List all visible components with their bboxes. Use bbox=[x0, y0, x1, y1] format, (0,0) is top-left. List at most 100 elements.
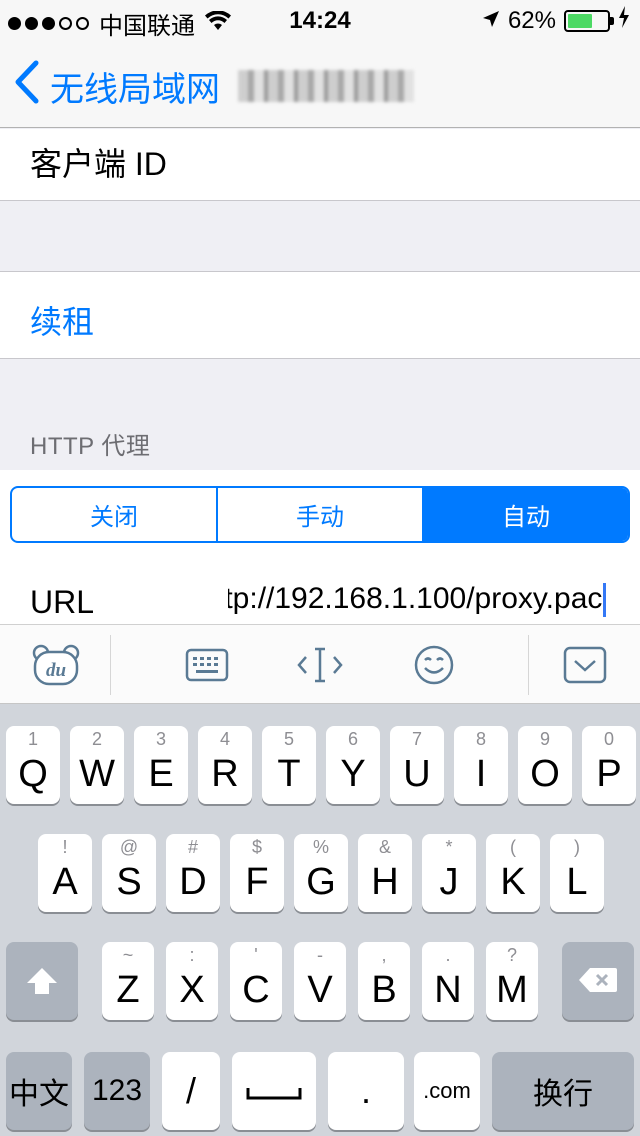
key-u[interactable]: 7U bbox=[390, 726, 444, 804]
language-switch-key[interactable]: 中文 bbox=[6, 1052, 72, 1130]
proxy-mode-segmented-control[interactable]: 关闭 手动 自动 bbox=[10, 486, 630, 543]
segment-auto[interactable]: 自动 bbox=[422, 488, 628, 541]
delete-key[interactable] bbox=[562, 942, 634, 1020]
key-e[interactable]: 3E bbox=[134, 726, 188, 804]
key-primary-char: I bbox=[475, 753, 487, 795]
key-secondary-char: ( bbox=[510, 837, 516, 857]
key-q[interactable]: 1Q bbox=[6, 726, 60, 804]
key-primary-char: O bbox=[530, 753, 560, 795]
divider bbox=[528, 635, 529, 695]
key-primary-char: E bbox=[148, 753, 174, 795]
svg-text:du: du bbox=[46, 660, 66, 681]
key-secondary-char: 0 bbox=[603, 729, 614, 749]
key-w[interactable]: 2W bbox=[70, 726, 124, 804]
divider bbox=[110, 635, 111, 695]
navigation-bar: 无线局域网 bbox=[0, 40, 640, 128]
baidu-du-logo-icon[interactable]: du bbox=[30, 639, 82, 691]
key-secondary-char: ~ bbox=[122, 945, 134, 965]
key-primary-char: F bbox=[245, 861, 269, 903]
key-secondary-char: - bbox=[317, 945, 323, 965]
key-x[interactable]: :X bbox=[166, 942, 218, 1020]
ime-toolbar: du bbox=[0, 624, 640, 704]
location-arrow-icon bbox=[482, 7, 500, 35]
key-secondary-char: ) bbox=[574, 837, 580, 857]
key-primary-char: J bbox=[439, 861, 459, 903]
key-z[interactable]: ~ Z bbox=[102, 942, 154, 1020]
dismiss-keyboard-icon[interactable] bbox=[559, 639, 611, 691]
key-l[interactable]: ) L bbox=[550, 834, 604, 912]
key-primary-char: H bbox=[371, 861, 399, 903]
key-secondary-char: ' bbox=[254, 945, 258, 965]
key-i[interactable]: 8I bbox=[454, 726, 508, 804]
key-secondary-char: 1 bbox=[27, 729, 38, 749]
key-primary-char: T bbox=[277, 753, 301, 795]
status-bar: 中国联通 14:24 62% bbox=[0, 0, 640, 40]
divider bbox=[0, 200, 640, 201]
keyboard-icon[interactable] bbox=[181, 639, 233, 691]
numbers-key[interactable]: 123 bbox=[84, 1052, 150, 1130]
key-secondary-char: % bbox=[312, 837, 329, 857]
key-o[interactable]: 9O bbox=[518, 726, 572, 804]
key-f[interactable]: $ F bbox=[230, 834, 284, 912]
key-primary-char: K bbox=[500, 861, 526, 903]
language-switch-label: 中文 bbox=[9, 1078, 69, 1111]
key-primary-char: P bbox=[596, 753, 622, 795]
space-key[interactable] bbox=[232, 1052, 316, 1130]
cursor-move-icon[interactable] bbox=[294, 639, 346, 691]
key-s[interactable]: @ S bbox=[102, 834, 156, 912]
renew-lease-cell[interactable]: 续租 bbox=[0, 272, 640, 358]
shift-key[interactable] bbox=[6, 942, 78, 1020]
backspace-icon bbox=[562, 966, 634, 999]
key-g[interactable]: % G bbox=[294, 834, 348, 912]
key-h[interactable]: & H bbox=[358, 834, 412, 912]
key-p[interactable]: 0P bbox=[582, 726, 636, 804]
client-id-label: 客户端 ID bbox=[30, 146, 167, 182]
key-k[interactable]: (K bbox=[486, 834, 540, 912]
key-n[interactable]: .N bbox=[422, 942, 474, 1020]
key-secondary-char: 3 bbox=[155, 729, 166, 749]
network-name-redacted bbox=[238, 70, 414, 102]
key-a[interactable]: ! A bbox=[38, 834, 92, 912]
key-t[interactable]: 5T bbox=[262, 726, 316, 804]
key-y[interactable]: 6Y bbox=[326, 726, 380, 804]
key-secondary-char: : bbox=[189, 945, 195, 965]
segment-off[interactable]: 关闭 bbox=[12, 488, 216, 541]
back-button[interactable]: 无线局域网 bbox=[14, 60, 220, 113]
dotcom-key-label: .com bbox=[423, 1078, 471, 1103]
key-secondary-char: 9 bbox=[539, 729, 550, 749]
key-secondary-char: . bbox=[445, 945, 451, 965]
key-primary-char: U bbox=[403, 753, 431, 795]
url-input[interactable]: ttp://192.168.1.100/proxy.pac bbox=[228, 582, 612, 624]
dotcom-key[interactable]: .com bbox=[414, 1052, 480, 1130]
key-secondary-char: ? bbox=[506, 945, 517, 965]
smiley-icon[interactable] bbox=[408, 639, 460, 691]
key-c[interactable]: ' C bbox=[230, 942, 282, 1020]
return-key[interactable]: 换行 bbox=[492, 1052, 634, 1130]
key-primary-char: G bbox=[306, 861, 336, 903]
key-secondary-char: * bbox=[445, 837, 453, 857]
key-primary-char: L bbox=[566, 861, 588, 903]
key-b[interactable]: ,B bbox=[358, 942, 410, 1020]
key-secondary-char: 7 bbox=[411, 729, 422, 749]
key-r[interactable]: 4R bbox=[198, 726, 252, 804]
segment-manual[interactable]: 手动 bbox=[216, 488, 422, 541]
key-primary-char: A bbox=[52, 861, 78, 903]
key-primary-char: Z bbox=[116, 969, 140, 1011]
slash-key[interactable]: / bbox=[162, 1052, 220, 1130]
divider bbox=[0, 358, 640, 359]
key-v[interactable]: -V bbox=[294, 942, 346, 1020]
period-key-label: . bbox=[360, 1070, 371, 1111]
key-m[interactable]: ? M bbox=[486, 942, 538, 1020]
chevron-left-icon bbox=[14, 60, 40, 113]
key-secondary-char: 2 bbox=[91, 729, 102, 749]
key-primary-char: X bbox=[179, 969, 205, 1011]
keyboard: 1Q2W3E4R5T6Y7U8I9O0P ! A @ S # D $ F% G & H * J(K) L … bbox=[0, 704, 640, 1136]
key-primary-char: S bbox=[116, 861, 142, 903]
slash-key-label: / bbox=[185, 1070, 196, 1111]
key-j[interactable]: * J bbox=[422, 834, 476, 912]
period-key[interactable]: . bbox=[328, 1052, 404, 1130]
url-value: ttp://192.168.1.100/proxy.pac bbox=[228, 582, 603, 615]
key-d[interactable]: # D bbox=[166, 834, 220, 912]
key-secondary-char: 5 bbox=[283, 729, 294, 749]
renew-lease-button[interactable]: 续租 bbox=[30, 297, 94, 343]
